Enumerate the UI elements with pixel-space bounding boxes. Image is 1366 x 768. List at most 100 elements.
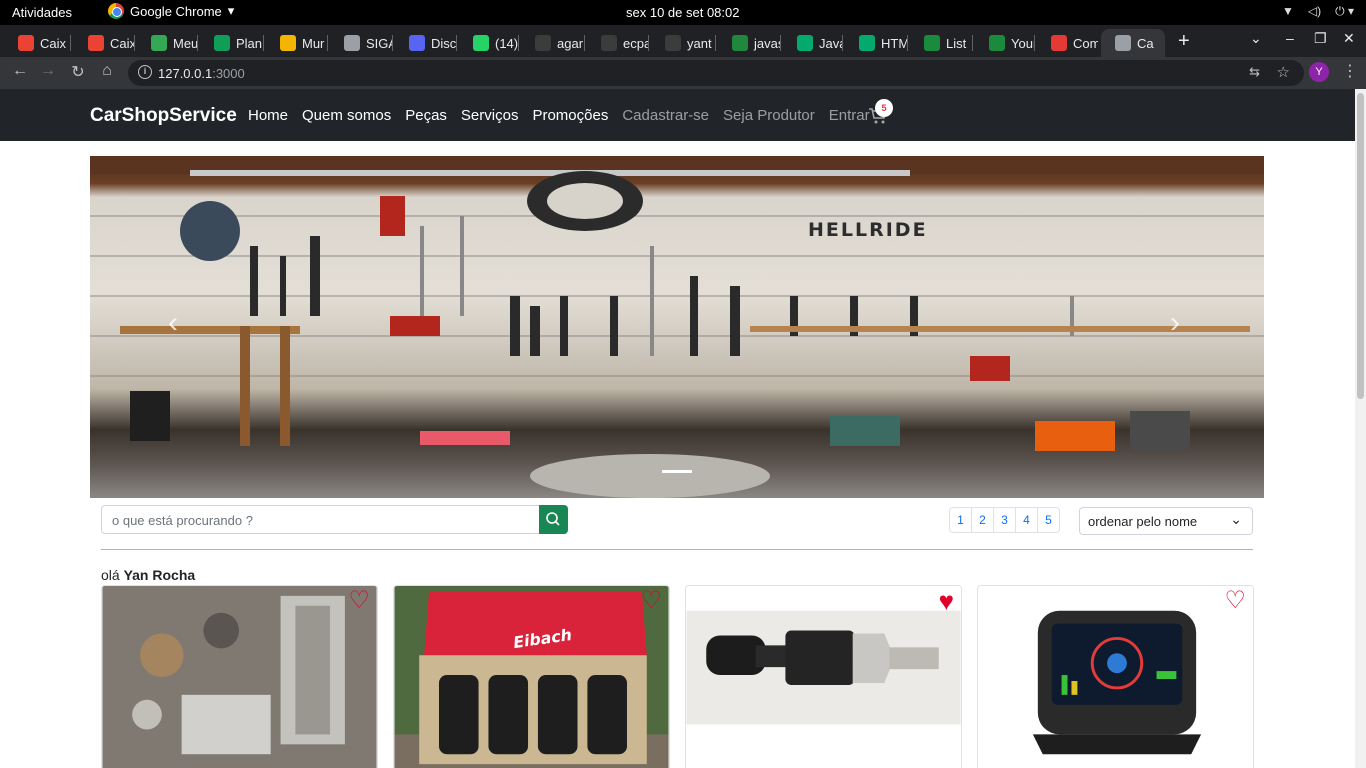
- product-card[interactable]: ♡: [101, 585, 378, 768]
- nav-link-promoções[interactable]: Promoções: [532, 107, 608, 124]
- profile-avatar[interactable]: Y: [1309, 62, 1329, 82]
- carousel-next-icon[interactable]: ›: [1170, 306, 1180, 340]
- new-tab-button[interactable]: +: [1178, 30, 1190, 53]
- browser-tab[interactable]: Caix: [74, 29, 134, 57]
- tab-separator: [134, 35, 135, 51]
- favorite-heart-icon[interactable]: ♡: [1224, 589, 1246, 613]
- leaf-icon: [989, 35, 1005, 51]
- browser-tab[interactable]: Caix: [4, 29, 70, 57]
- back-icon[interactable]: ←: [10, 62, 30, 80]
- address-bar[interactable]: i 127.0.0.1:3000 ⇆ ☆: [128, 60, 1304, 86]
- page-link[interactable]: 3: [993, 507, 1016, 533]
- page-link[interactable]: 2: [971, 507, 994, 533]
- page-viewport: CarShopService Home Quem somos Peças Serviç…: [0, 89, 1355, 768]
- nav-link-home[interactable]: Home: [248, 107, 288, 124]
- browser-tab[interactable]: javas: [718, 29, 780, 57]
- maximize-icon[interactable]: ❐: [1314, 30, 1327, 47]
- tab-search-icon[interactable]: ⌄: [1250, 30, 1262, 47]
- reload-icon[interactable]: ↻: [68, 62, 88, 82]
- site-brand[interactable]: CarShopService: [90, 105, 237, 127]
- carousel-indicator-active[interactable]: [662, 470, 692, 473]
- user-name: Yan Rocha: [123, 567, 196, 583]
- carousel-prev-icon[interactable]: ‹: [168, 306, 178, 340]
- favorite-heart-icon[interactable]: ♥: [939, 588, 954, 614]
- chrome-menu-icon[interactable]: ⋮: [1342, 61, 1358, 81]
- system-tray[interactable]: ▼ ◁) ⏻ ▾: [1282, 4, 1354, 19]
- browser-tab[interactable]: Disc: [395, 29, 456, 57]
- sort-select[interactable]: ordenar pelo nome ⌄: [1079, 507, 1253, 535]
- nav-link-serviços[interactable]: Serviços: [461, 107, 519, 124]
- browser-tab[interactable]: SIGA: [330, 29, 392, 57]
- browser-tab[interactable]: yant: [651, 29, 715, 57]
- caret-down-icon: ▾: [227, 3, 235, 18]
- page-link[interactable]: 4: [1015, 507, 1038, 533]
- tab-separator: [263, 35, 264, 51]
- cart-count-badge: 5: [875, 99, 893, 117]
- site-navbar: CarShopService Home Quem somos Peças Serviç…: [0, 89, 1355, 141]
- product-card[interactable]: ♡: [977, 585, 1254, 768]
- close-window-icon[interactable]: ✕: [1343, 30, 1355, 47]
- nav-link-cadastrar-se[interactable]: Cadastrar-se: [622, 107, 709, 124]
- nav-link-quem-somos[interactable]: Quem somos: [302, 107, 391, 124]
- product-card[interactable]: ♥: [685, 585, 962, 768]
- tab-label: Caix: [110, 35, 134, 51]
- scrollbar-thumb[interactable]: [1357, 93, 1364, 399]
- pagination: 12345: [949, 507, 1060, 533]
- tab-separator: [392, 35, 393, 51]
- tab-label: javas: [754, 35, 780, 51]
- minimize-icon[interactable]: –: [1286, 30, 1294, 46]
- tab-separator: [518, 35, 519, 51]
- clock[interactable]: sex 10 de set 08:02: [626, 5, 739, 20]
- browser-toolbar: ← → ↻ ⌂ i 127.0.0.1:3000 ⇆ ☆: [0, 57, 1366, 89]
- browser-tab[interactable]: Your: [975, 29, 1034, 57]
- browser-tab[interactable]: Java: [783, 29, 842, 57]
- activities-button[interactable]: Atividades: [12, 5, 72, 20]
- browser-tab[interactable]: HTM: [845, 29, 907, 57]
- tab-label: Caix: [40, 35, 67, 51]
- codepen-icon: [732, 35, 748, 51]
- nav-link-entrar[interactable]: Entrar: [829, 107, 870, 124]
- tab-label: agar: [557, 35, 584, 51]
- favorite-heart-icon[interactable]: ♡: [640, 589, 662, 613]
- tab-label: SIGA: [366, 35, 392, 51]
- tab-separator: [648, 35, 649, 51]
- favorite-heart-icon[interactable]: ♡: [348, 589, 370, 613]
- site-info-icon[interactable]: i: [138, 65, 152, 79]
- page-link[interactable]: 5: [1037, 507, 1060, 533]
- page-link[interactable]: 1: [949, 507, 972, 533]
- nav-link-peças[interactable]: Peças: [405, 107, 447, 124]
- tab-active[interactable]: Ca✕: [1101, 29, 1165, 57]
- tab-strip: Caix Caix Meu Plan Mur SIGA Disc (14) agar ecpa ya…: [0, 25, 1366, 57]
- app-name: Google Chrome: [130, 3, 222, 19]
- nav-link-seja-produtor[interactable]: Seja Produtor: [723, 107, 815, 124]
- browser-tab[interactable]: agar: [521, 29, 584, 57]
- browser-tab[interactable]: Plan: [200, 29, 263, 57]
- translate-icon[interactable]: ⇆: [1249, 64, 1260, 80]
- tab-separator: [327, 35, 328, 51]
- user-greeting: olá Yan Rocha: [101, 567, 196, 583]
- tab-label: Mur: [302, 35, 325, 51]
- forward-icon[interactable]: →: [38, 62, 58, 80]
- browser-tab[interactable]: Mur: [266, 29, 327, 57]
- divider: [101, 549, 1253, 550]
- product-card[interactable]: Eibach ♡: [393, 585, 670, 768]
- chrome-icon: [108, 3, 124, 19]
- browser-tab[interactable]: Meu: [137, 29, 197, 57]
- system-top-bar: Atividades Google Chrome ▾ sex 10 de set…: [0, 0, 1366, 25]
- gmail-icon: [88, 35, 104, 51]
- classroom-icon: [280, 35, 296, 51]
- browser-tab[interactable]: (14): [459, 29, 518, 57]
- search-input[interactable]: o que está procurando ?: [101, 505, 540, 534]
- tab-separator: [456, 35, 457, 51]
- browser-tab[interactable]: List: [910, 29, 972, 57]
- globe-icon: [344, 35, 360, 51]
- bookmark-star-icon[interactable]: ☆: [1277, 63, 1290, 81]
- search-icon: [546, 512, 560, 526]
- browser-tab[interactable]: ecpa: [587, 29, 648, 57]
- home-icon[interactable]: ⌂: [97, 62, 117, 80]
- browser-tab[interactable]: Com: [1037, 29, 1098, 57]
- search-button[interactable]: [539, 505, 568, 534]
- hero-carousel: HELLRIDE ‹ ›: [90, 156, 1264, 498]
- page-scrollbar[interactable]: [1355, 89, 1366, 768]
- app-menu[interactable]: Google Chrome ▾: [108, 3, 234, 19]
